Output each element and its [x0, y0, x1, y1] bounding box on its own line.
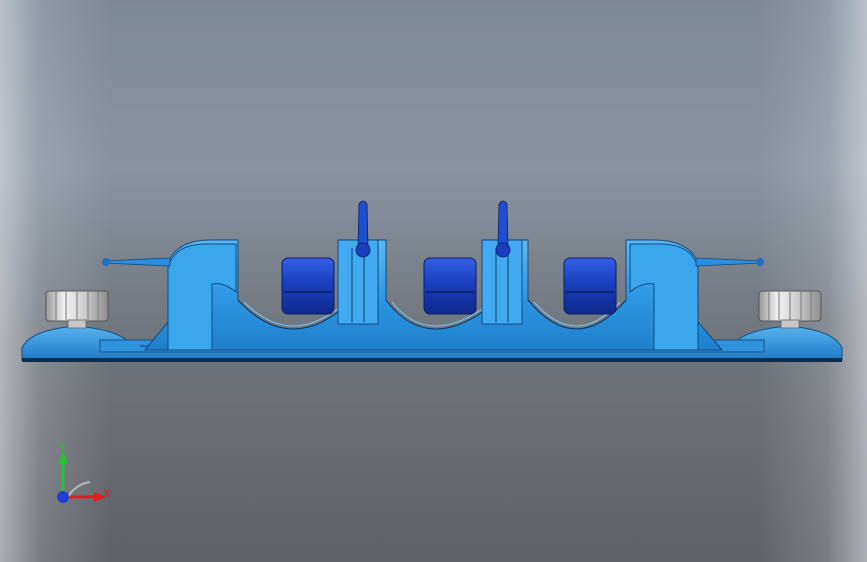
dark-blue-inserts: [281, 257, 617, 315]
y-axis-label: Y: [59, 442, 66, 455]
cad-viewport[interactable]: Y X: [0, 0, 867, 562]
left-knob: [45, 290, 109, 329]
fixture-model[interactable]: [0, 0, 867, 562]
right-knob: [758, 290, 822, 329]
x-axis-label: X: [103, 487, 111, 500]
